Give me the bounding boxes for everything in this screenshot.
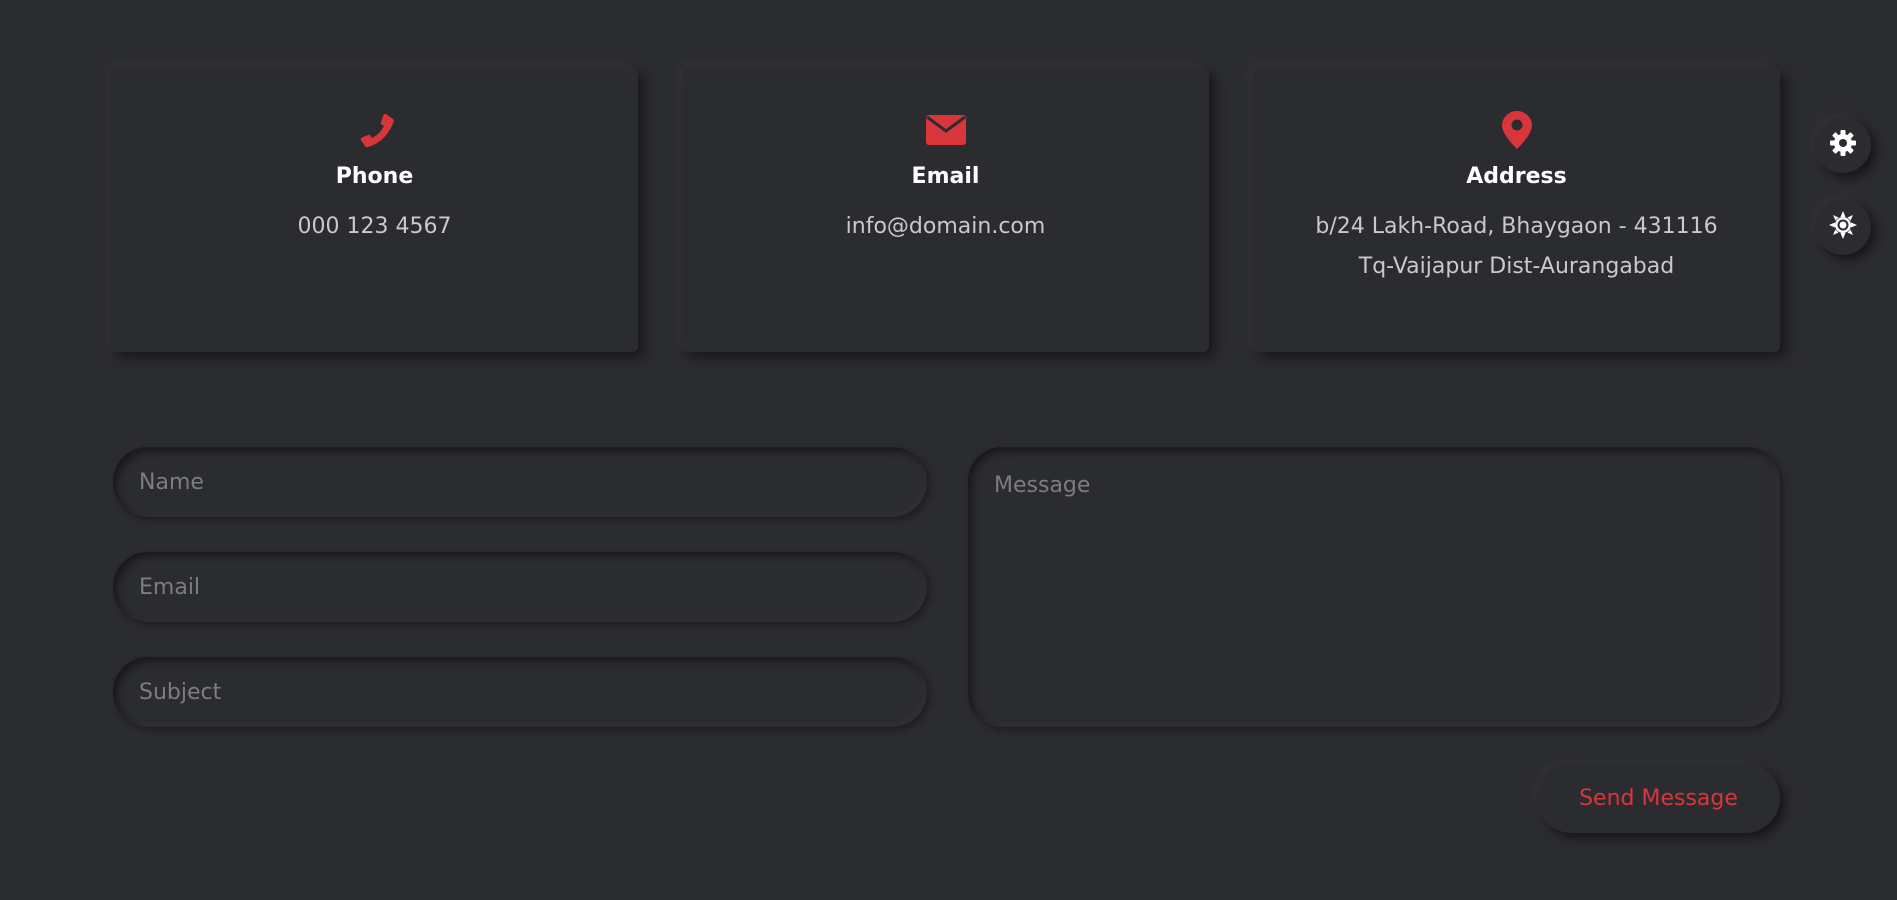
message-input[interactable] [992, 471, 1760, 695]
card-title: Address [1466, 164, 1567, 189]
contact-info-cards: Phone 000 123 4567 Email info@domain.com… [111, 68, 1781, 352]
email-field[interactable] [113, 552, 927, 622]
name-field[interactable] [113, 447, 927, 517]
message-field[interactable] [968, 447, 1780, 727]
address-card: Address b/24 Lakh-Road, Bhaygaon - 43111… [1253, 68, 1780, 352]
sun-icon [1828, 210, 1858, 244]
theme-toggle-button[interactable] [1815, 199, 1871, 255]
address-line-1: b/24 Lakh-Road, Bhaygaon - 431116 [1315, 214, 1718, 239]
phone-icon [355, 110, 395, 150]
map-pin-icon [1497, 110, 1537, 150]
settings-button[interactable] [1815, 117, 1871, 173]
email-card: Email info@domain.com [682, 68, 1209, 352]
subject-input[interactable] [137, 678, 903, 706]
subject-field[interactable] [113, 657, 927, 727]
send-message-button[interactable]: Send Message [1537, 763, 1780, 833]
phone-card: Phone 000 123 4567 [111, 68, 638, 352]
address-line-2: Tq-Vaijapur Dist-Aurangabad [1358, 254, 1675, 279]
contact-page: Phone 000 123 4567 Email info@domain.com… [0, 0, 1897, 900]
name-input[interactable] [137, 468, 903, 496]
contact-form-fields [113, 447, 927, 762]
envelope-icon [925, 110, 966, 150]
gear-icon [1828, 128, 1858, 162]
email-address: info@domain.com [845, 214, 1046, 239]
card-title: Email [911, 164, 980, 189]
email-input[interactable] [137, 573, 903, 601]
phone-number: 000 123 4567 [297, 214, 452, 239]
card-title: Phone [335, 164, 414, 189]
